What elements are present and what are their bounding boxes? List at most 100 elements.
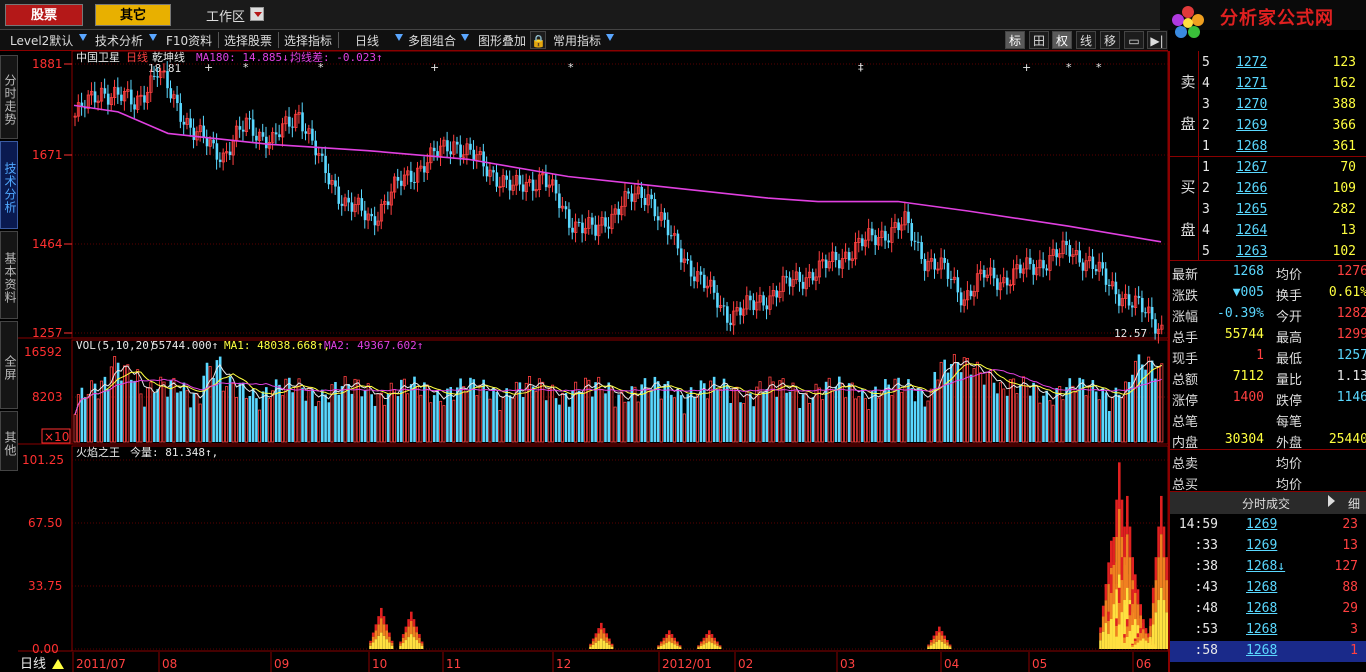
tab-tech-analysis[interactable]: 技术分析 xyxy=(0,141,18,229)
toolbar-select-indicator[interactable]: 选择指标 xyxy=(284,32,332,49)
sell-row[interactable]: 5 1272 123 xyxy=(1170,53,1366,74)
price-tick-label: 1671 xyxy=(32,148,63,162)
candle-body xyxy=(202,125,206,139)
flame-bar-top xyxy=(377,616,380,625)
ticks-detail-button[interactable]: 细 xyxy=(1348,495,1360,512)
bottom-period[interactable]: 日线 xyxy=(20,657,46,672)
volume-bar xyxy=(423,382,426,442)
stock-chart[interactable]: 1881 1671 1464 1257 16592 8203 ×10 101.2… xyxy=(18,51,1168,672)
grid-icon[interactable]: 田 xyxy=(1029,31,1049,49)
arrow-right-icon[interactable] xyxy=(1328,495,1335,507)
toolbar-level2-default[interactable]: Level2默认 xyxy=(10,32,73,49)
tick-row[interactable]: :48 1268 29 xyxy=(1170,599,1366,620)
volume-bar xyxy=(604,393,607,442)
triangle-up-icon[interactable] xyxy=(52,659,64,669)
volume-bar xyxy=(205,362,209,442)
candle-body xyxy=(176,94,179,104)
flame-bar-top xyxy=(938,626,941,633)
volume-bar xyxy=(564,393,568,442)
toolbar-overlay[interactable]: 图形叠加 xyxy=(478,32,526,49)
tab-intraday[interactable]: 分时走势 xyxy=(0,55,18,139)
volume-bar xyxy=(1015,393,1019,443)
workarea-dropdown-icon[interactable] xyxy=(250,7,264,21)
tick-row[interactable]: :53 1268 3 xyxy=(1170,620,1366,641)
flame-bar-top xyxy=(948,644,952,646)
candle-body xyxy=(495,172,499,187)
candle-body xyxy=(360,198,364,211)
candle-body xyxy=(228,151,232,156)
play-end-icon[interactable]: ▶| xyxy=(1147,31,1167,49)
volume-bar xyxy=(99,380,103,443)
toolbar-daily[interactable]: 日线 xyxy=(355,32,379,49)
chevron-down-icon[interactable] xyxy=(395,34,403,41)
sell-row[interactable]: 3 1270 388 xyxy=(1170,95,1366,116)
sell-row[interactable]: 2 1269 366 xyxy=(1170,116,1366,137)
tab-other[interactable]: 其他 xyxy=(0,411,18,471)
tick-row[interactable]: :43 1268 88 xyxy=(1170,578,1366,599)
flame-bar-top xyxy=(1109,574,1113,593)
event-marker: * xyxy=(1066,61,1072,74)
candle-body xyxy=(581,222,584,234)
other-tab-button[interactable]: 其它 xyxy=(95,4,171,26)
chevron-down-icon[interactable] xyxy=(149,34,157,41)
buy-price: 1264 xyxy=(1236,223,1268,238)
volume-bar xyxy=(156,389,159,442)
volume-bar xyxy=(1078,377,1081,442)
flame-bar-base xyxy=(718,647,722,649)
chart-canvas[interactable]: 1881 1671 1464 1257 16592 8203 ×10 101.2… xyxy=(18,51,1168,672)
buy-price: 1265 xyxy=(1236,202,1268,217)
chevron-down-icon[interactable] xyxy=(79,34,87,41)
volume-bar xyxy=(373,405,377,442)
toolbar-common-indicator[interactable]: 常用指标 xyxy=(553,32,601,49)
tick-row[interactable]: :58 1268 1 xyxy=(1170,641,1366,662)
rights-icon[interactable]: 权 xyxy=(1052,31,1072,49)
toolbar-f10[interactable]: F10资料 xyxy=(166,32,212,49)
buy-row[interactable]: 1 1267 70 xyxy=(1170,158,1366,179)
mark-icon[interactable]: 标 xyxy=(1005,31,1025,49)
line-icon[interactable]: 线 xyxy=(1076,31,1096,49)
candle-body xyxy=(301,112,304,132)
sell-row[interactable]: 4 1271 162 xyxy=(1170,74,1366,95)
move-icon[interactable]: 移 xyxy=(1100,31,1120,49)
flame-bar-top xyxy=(385,624,388,631)
window-icon[interactable]: ▭ xyxy=(1124,31,1144,49)
event-marker: ‡ xyxy=(858,61,864,74)
chevron-down-icon[interactable] xyxy=(461,34,469,41)
buy-row[interactable]: 4 1264 13 xyxy=(1170,221,1366,242)
candle-body xyxy=(169,88,173,99)
tick-row[interactable]: :33 1269 13 xyxy=(1170,536,1366,557)
volume-bar xyxy=(695,393,699,443)
chevron-down-icon[interactable] xyxy=(606,34,614,41)
tick-row[interactable]: :38 1268↓ 127 xyxy=(1170,557,1366,578)
candle-body xyxy=(749,295,752,301)
flame-bar-top xyxy=(1107,562,1110,585)
date-label: 06 xyxy=(1136,657,1151,671)
tick-row[interactable]: 14:59 1269 23 xyxy=(1170,515,1366,536)
candle-body xyxy=(291,126,294,128)
candle-body xyxy=(702,274,706,288)
tick-time: 14:59 xyxy=(1178,517,1218,532)
tab-fundamentals[interactable]: 基本资料 xyxy=(0,231,18,319)
flame-bar-mid xyxy=(716,643,719,647)
toolbar-multi-chart[interactable]: 多图组合 xyxy=(408,32,456,49)
flame-bar-mid xyxy=(1160,534,1163,588)
flame-bar-mid xyxy=(718,646,722,648)
flame-bar-top xyxy=(665,634,668,638)
buy-level: 3 xyxy=(1202,202,1210,217)
flame-bar-base xyxy=(935,641,938,649)
flame-bar-mid xyxy=(678,646,682,648)
lock-icon[interactable]: 🔒 xyxy=(530,31,546,49)
toolbar-tech-analysis[interactable]: 技术分析 xyxy=(95,32,143,49)
volume-bar xyxy=(139,393,143,443)
buy-row[interactable]: 3 1265 282 xyxy=(1170,200,1366,221)
toolbar-select-stock[interactable]: 选择股票 xyxy=(224,32,272,49)
candle-body xyxy=(739,307,742,316)
flame-bar-base xyxy=(1125,637,1129,649)
sell-row[interactable]: 1 1268 361 xyxy=(1170,137,1366,158)
stocks-tab-button[interactable]: 股票 xyxy=(5,4,83,26)
candle-body xyxy=(1081,262,1085,271)
tab-fullscreen[interactable]: 全屏 xyxy=(0,321,18,409)
volume-bar xyxy=(86,394,90,443)
buy-row[interactable]: 2 1266 109 xyxy=(1170,179,1366,200)
workarea-label[interactable]: 工作区 xyxy=(206,6,245,25)
